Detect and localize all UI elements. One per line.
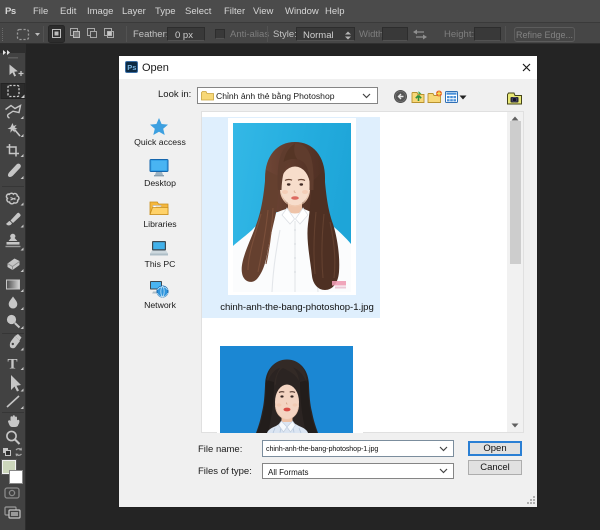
svg-text:T: T: [8, 357, 18, 373]
svg-text:Ps: Ps: [127, 63, 136, 72]
